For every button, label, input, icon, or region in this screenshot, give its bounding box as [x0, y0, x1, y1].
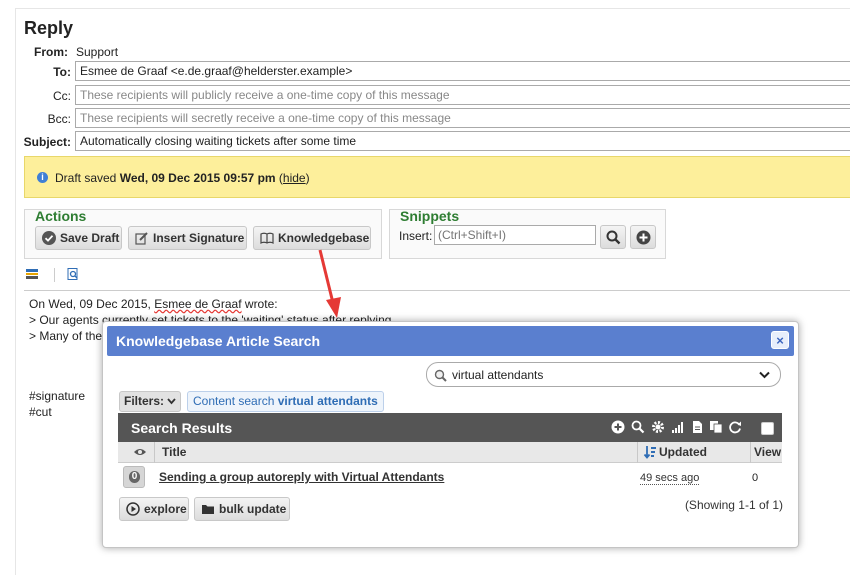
bulk-update-button[interactable]: bulk update — [194, 497, 290, 521]
subject-label: Subject: — [23, 135, 71, 149]
results-header: Search Results — [118, 413, 782, 442]
kb-search-input[interactable]: virtual attendants — [426, 362, 781, 387]
snippets-title: Snippets — [400, 208, 460, 224]
format-toggle-icon[interactable] — [26, 268, 38, 280]
edit-icon — [135, 232, 148, 245]
results-column-header: Title Updated View — [118, 442, 782, 463]
column-views[interactable]: View — [754, 445, 781, 459]
close-button[interactable]: × — [771, 331, 789, 349]
modal-title: Knowledgebase Article Search — [116, 333, 321, 349]
view-count-badge: 0 — [123, 466, 145, 488]
editor-top-border — [24, 290, 850, 291]
from-label: From: — [34, 45, 68, 59]
quote-author: Esmee de Graaf — [154, 297, 242, 311]
updated-time: 49 secs ago — [640, 472, 700, 485]
column-divider — [637, 442, 638, 463]
bulk-update-label: bulk update — [219, 502, 287, 516]
column-divider — [750, 442, 751, 463]
plus-circle-icon[interactable] — [611, 420, 625, 434]
preview-icon[interactable] — [67, 268, 79, 280]
select-all-checkbox[interactable] — [761, 422, 774, 435]
filters-dropdown[interactable]: Filters: — [119, 391, 182, 412]
snippets-panel: Snippets Insert: — [389, 208, 666, 259]
eye-icon — [134, 449, 146, 455]
kb-search-value: virtual attendants — [452, 368, 544, 382]
book-icon — [260, 232, 274, 244]
subject-field[interactable]: Automatically closing waiting tickets af… — [75, 131, 850, 151]
knowledgebase-label: Knowledgebase — [278, 231, 370, 245]
bcc-label: Bcc: — [47, 112, 71, 126]
search-icon — [606, 230, 621, 245]
signal-bars-icon[interactable] — [671, 420, 685, 434]
column-updated[interactable]: Updated — [659, 445, 707, 459]
insert-label: Insert: — [399, 229, 433, 243]
search-results-panel: Search Results Title Updated View 0 Send… — [118, 413, 782, 495]
content-search-filter-chip[interactable]: Content search virtual attendants — [187, 391, 384, 412]
toolbar-divider — [54, 268, 55, 282]
sort-desc-icon[interactable] — [643, 445, 657, 459]
from-value: Support — [76, 45, 119, 59]
actions-panel: Actions Save Draft Insert Signature Know… — [24, 208, 382, 259]
modal-header: Knowledgebase Article Search × — [107, 326, 794, 356]
article-link[interactable]: Sending a group autoreply with Virtual A… — [159, 470, 444, 484]
refresh-icon[interactable] — [728, 420, 742, 434]
export-file-icon[interactable] — [691, 420, 705, 434]
kb-search-modal: Knowledgebase Article Search × virtual a… — [102, 321, 799, 548]
search-icon[interactable] — [631, 420, 645, 434]
snippet-add-button[interactable] — [630, 225, 656, 249]
draft-saved-banner: i Draft saved Wed, 09 Dec 2015 09:57 pm … — [24, 156, 850, 198]
save-draft-label: Save Draft — [60, 231, 120, 245]
knowledgebase-button[interactable]: Knowledgebase — [253, 226, 371, 250]
save-draft-button[interactable]: Save Draft — [35, 226, 122, 250]
to-label: To: — [53, 65, 71, 79]
plus-circle-icon — [636, 230, 651, 245]
actions-title: Actions — [35, 208, 87, 224]
editor-quote-line-2[interactable]: > Many of the — [29, 329, 102, 343]
snippet-insert-input[interactable] — [434, 225, 596, 245]
play-circle-icon — [126, 502, 140, 516]
to-field[interactable]: Esmee de Graaf <e.de.graaf@helderster.ex… — [75, 61, 850, 81]
column-divider — [154, 442, 155, 463]
chevron-down-icon — [167, 398, 177, 405]
results-count-text: (Showing 1-1 of 1) — [684, 498, 783, 512]
hide-link[interactable]: hide — [283, 171, 306, 185]
editor-signature-line[interactable]: #signature — [29, 389, 85, 403]
cc-label: Cc: — [53, 89, 71, 103]
editor-quote-header[interactable]: On Wed, 09 Dec 2015, Esmee de Graaf wrot… — [29, 297, 278, 311]
page-title: Reply — [24, 18, 74, 38]
explore-button[interactable]: explore — [119, 497, 189, 521]
chevron-down-icon[interactable] — [759, 371, 770, 379]
editor-cut-line[interactable]: #cut — [29, 405, 52, 419]
cc-field[interactable]: These recipients will publicly receive a… — [75, 85, 850, 105]
explore-label: explore — [144, 502, 187, 516]
snippet-search-button[interactable] — [600, 225, 626, 249]
views-count: 0 — [752, 472, 759, 484]
search-icon — [434, 369, 447, 382]
table-row: 0 Sending a group autoreply with Virtual… — [118, 463, 782, 493]
check-circle-icon — [42, 231, 56, 245]
results-title: Search Results — [131, 420, 233, 436]
insert-signature-label: Insert Signature — [153, 231, 245, 245]
insert-signature-button[interactable]: Insert Signature — [128, 226, 247, 250]
column-title[interactable]: Title — [162, 445, 186, 459]
bcc-field[interactable]: These recipients will secretly receive a… — [75, 108, 850, 128]
copy-files-icon[interactable] — [709, 420, 723, 434]
folder-icon — [202, 505, 214, 514]
draft-saved-text: Draft saved Wed, 09 Dec 2015 09:57 pm (h… — [55, 171, 310, 185]
gear-icon[interactable] — [651, 420, 665, 434]
info-icon: i — [37, 172, 48, 183]
